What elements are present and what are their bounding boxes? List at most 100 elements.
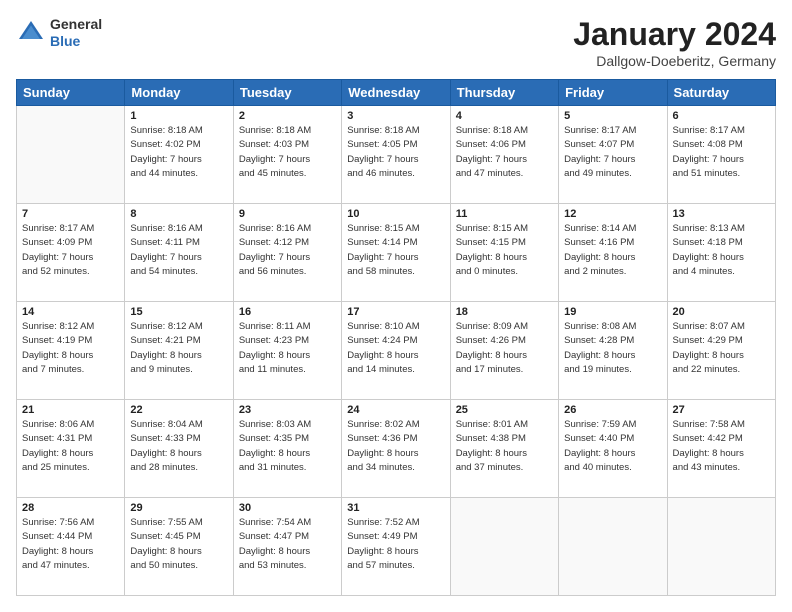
day-info: Sunrise: 7:58 AMSunset: 4:42 PMDaylight:… bbox=[673, 418, 770, 475]
calendar-row: 1Sunrise: 8:18 AMSunset: 4:02 PMDaylight… bbox=[17, 106, 776, 204]
daylight-text: Daylight: 8 hours bbox=[673, 447, 770, 461]
table-row: 28Sunrise: 7:56 AMSunset: 4:44 PMDayligh… bbox=[17, 498, 125, 596]
day-number: 19 bbox=[564, 306, 661, 318]
sunrise-text: Sunrise: 8:18 AM bbox=[347, 124, 444, 138]
sunrise-text: Sunrise: 8:01 AM bbox=[456, 418, 553, 432]
daylight-minutes-text: and 14 minutes. bbox=[347, 363, 444, 377]
table-row: 14Sunrise: 8:12 AMSunset: 4:19 PMDayligh… bbox=[17, 302, 125, 400]
day-number: 24 bbox=[347, 404, 444, 416]
sunrise-text: Sunrise: 8:03 AM bbox=[239, 418, 336, 432]
sunrise-text: Sunrise: 8:14 AM bbox=[564, 222, 661, 236]
sunset-text: Sunset: 4:03 PM bbox=[239, 138, 336, 152]
day-number: 18 bbox=[456, 306, 553, 318]
table-row bbox=[559, 498, 667, 596]
day-number: 4 bbox=[456, 110, 553, 122]
day-number: 11 bbox=[456, 208, 553, 220]
sunset-text: Sunset: 4:47 PM bbox=[239, 530, 336, 544]
daylight-text: Daylight: 8 hours bbox=[239, 349, 336, 363]
day-number: 26 bbox=[564, 404, 661, 416]
day-info: Sunrise: 8:12 AMSunset: 4:21 PMDaylight:… bbox=[130, 320, 227, 377]
location: Dallgow-Doeberitz, Germany bbox=[573, 53, 776, 69]
sunset-text: Sunset: 4:44 PM bbox=[22, 530, 119, 544]
page: General Blue January 2024 Dallgow-Doeber… bbox=[0, 0, 792, 612]
sunset-text: Sunset: 4:45 PM bbox=[130, 530, 227, 544]
sunrise-text: Sunrise: 8:16 AM bbox=[130, 222, 227, 236]
sunrise-text: Sunrise: 8:13 AM bbox=[673, 222, 770, 236]
sunset-text: Sunset: 4:19 PM bbox=[22, 334, 119, 348]
daylight-minutes-text: and 7 minutes. bbox=[22, 363, 119, 377]
day-info: Sunrise: 8:17 AMSunset: 4:07 PMDaylight:… bbox=[564, 124, 661, 181]
sunset-text: Sunset: 4:02 PM bbox=[130, 138, 227, 152]
daylight-minutes-text: and 22 minutes. bbox=[673, 363, 770, 377]
sunset-text: Sunset: 4:09 PM bbox=[22, 236, 119, 250]
day-info: Sunrise: 8:07 AMSunset: 4:29 PMDaylight:… bbox=[673, 320, 770, 377]
sunrise-text: Sunrise: 8:06 AM bbox=[22, 418, 119, 432]
sunset-text: Sunset: 4:42 PM bbox=[673, 432, 770, 446]
daylight-minutes-text: and 49 minutes. bbox=[564, 167, 661, 181]
sunrise-text: Sunrise: 7:56 AM bbox=[22, 516, 119, 530]
day-info: Sunrise: 8:18 AMSunset: 4:05 PMDaylight:… bbox=[347, 124, 444, 181]
table-row: 8Sunrise: 8:16 AMSunset: 4:11 PMDaylight… bbox=[125, 204, 233, 302]
day-info: Sunrise: 8:08 AMSunset: 4:28 PMDaylight:… bbox=[564, 320, 661, 377]
day-info: Sunrise: 8:04 AMSunset: 4:33 PMDaylight:… bbox=[130, 418, 227, 475]
sunset-text: Sunset: 4:28 PM bbox=[564, 334, 661, 348]
title-block: January 2024 Dallgow-Doeberitz, Germany bbox=[573, 16, 776, 69]
table-row bbox=[667, 498, 775, 596]
daylight-minutes-text: and 4 minutes. bbox=[673, 265, 770, 279]
day-number: 6 bbox=[673, 110, 770, 122]
day-number: 16 bbox=[239, 306, 336, 318]
sunset-text: Sunset: 4:23 PM bbox=[239, 334, 336, 348]
sunrise-text: Sunrise: 8:15 AM bbox=[347, 222, 444, 236]
daylight-minutes-text: and 54 minutes. bbox=[130, 265, 227, 279]
day-info: Sunrise: 8:12 AMSunset: 4:19 PMDaylight:… bbox=[22, 320, 119, 377]
day-info: Sunrise: 8:17 AMSunset: 4:09 PMDaylight:… bbox=[22, 222, 119, 279]
daylight-text: Daylight: 7 hours bbox=[239, 251, 336, 265]
table-row: 17Sunrise: 8:10 AMSunset: 4:24 PMDayligh… bbox=[342, 302, 450, 400]
day-info: Sunrise: 8:18 AMSunset: 4:03 PMDaylight:… bbox=[239, 124, 336, 181]
daylight-minutes-text: and 34 minutes. bbox=[347, 461, 444, 475]
day-number: 15 bbox=[130, 306, 227, 318]
daylight-minutes-text: and 56 minutes. bbox=[239, 265, 336, 279]
sunset-text: Sunset: 4:05 PM bbox=[347, 138, 444, 152]
table-row: 29Sunrise: 7:55 AMSunset: 4:45 PMDayligh… bbox=[125, 498, 233, 596]
daylight-text: Daylight: 8 hours bbox=[673, 251, 770, 265]
table-row: 27Sunrise: 7:58 AMSunset: 4:42 PMDayligh… bbox=[667, 400, 775, 498]
logo-text: General Blue bbox=[50, 16, 102, 50]
sunset-text: Sunset: 4:26 PM bbox=[456, 334, 553, 348]
table-row: 13Sunrise: 8:13 AMSunset: 4:18 PMDayligh… bbox=[667, 204, 775, 302]
sunset-text: Sunset: 4:06 PM bbox=[456, 138, 553, 152]
day-info: Sunrise: 8:14 AMSunset: 4:16 PMDaylight:… bbox=[564, 222, 661, 279]
day-info: Sunrise: 7:59 AMSunset: 4:40 PMDaylight:… bbox=[564, 418, 661, 475]
daylight-text: Daylight: 8 hours bbox=[456, 447, 553, 461]
calendar-row: 7 Sunrise: 8:17 AMSunset: 4:09 PMDaylight… bbox=[17, 204, 776, 302]
table-row: 3Sunrise: 8:18 AMSunset: 4:05 PMDaylight… bbox=[342, 106, 450, 204]
day-info: Sunrise: 8:13 AMSunset: 4:18 PMDaylight:… bbox=[673, 222, 770, 279]
sunrise-text: Sunrise: 7:55 AM bbox=[130, 516, 227, 530]
table-row: 12Sunrise: 8:14 AMSunset: 4:16 PMDayligh… bbox=[559, 204, 667, 302]
table-row: 1Sunrise: 8:18 AMSunset: 4:02 PMDaylight… bbox=[125, 106, 233, 204]
daylight-text: Daylight: 8 hours bbox=[130, 349, 227, 363]
sunset-text: Sunset: 4:29 PM bbox=[673, 334, 770, 348]
table-row: 4Sunrise: 8:18 AMSunset: 4:06 PMDaylight… bbox=[450, 106, 558, 204]
daylight-text: Daylight: 8 hours bbox=[456, 251, 553, 265]
sunrise-text: Sunrise: 7:59 AM bbox=[564, 418, 661, 432]
day-info: Sunrise: 8:18 AMSunset: 4:02 PMDaylight:… bbox=[130, 124, 227, 181]
daylight-text: Daylight: 8 hours bbox=[673, 349, 770, 363]
daylight-minutes-text: and 9 minutes. bbox=[130, 363, 227, 377]
day-number: 23 bbox=[239, 404, 336, 416]
day-number: 7 bbox=[22, 208, 119, 220]
sunset-text: Sunset: 4:08 PM bbox=[673, 138, 770, 152]
daylight-minutes-text: and 28 minutes. bbox=[130, 461, 227, 475]
day-number: 21 bbox=[22, 404, 119, 416]
table-row bbox=[17, 106, 125, 204]
day-number: 25 bbox=[456, 404, 553, 416]
table-row: 16Sunrise: 8:11 AMSunset: 4:23 PMDayligh… bbox=[233, 302, 341, 400]
daylight-minutes-text: and 37 minutes. bbox=[456, 461, 553, 475]
daylight-minutes-text: and 53 minutes. bbox=[239, 559, 336, 573]
daylight-minutes-text: and 50 minutes. bbox=[130, 559, 227, 573]
table-row: 9Sunrise: 8:16 AMSunset: 4:12 PMDaylight… bbox=[233, 204, 341, 302]
sunrise-text: Sunrise: 8:17 AM bbox=[564, 124, 661, 138]
daylight-text: Daylight: 7 hours bbox=[22, 251, 119, 265]
day-number: 9 bbox=[239, 208, 336, 220]
sunrise-text: Sunrise: 7:58 AM bbox=[673, 418, 770, 432]
